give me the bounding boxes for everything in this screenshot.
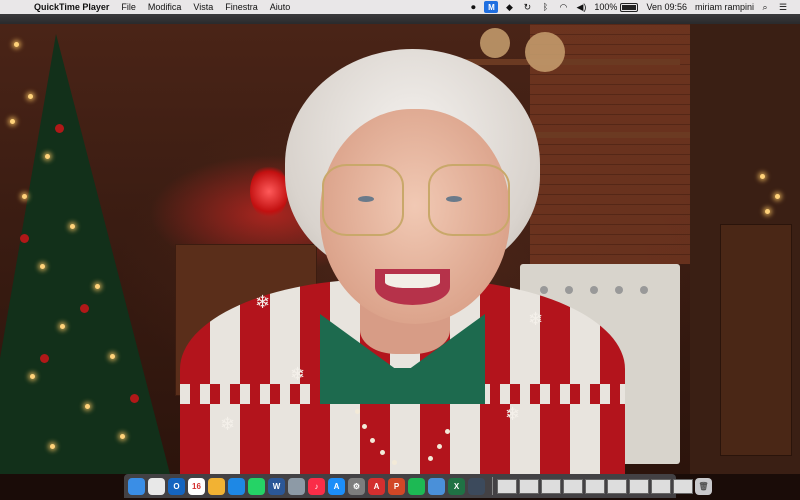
minimized-window-thumbnail[interactable] [541, 478, 561, 494]
menu-aiuto[interactable]: Aiuto [270, 2, 291, 12]
menu-modifica[interactable]: Modifica [148, 2, 182, 12]
appstore-icon[interactable]: A [328, 477, 345, 495]
acrobat-icon[interactable]: A [368, 477, 385, 495]
trash-icon[interactable]: 🗑 [695, 477, 712, 495]
safari-icon[interactable] [228, 477, 245, 495]
list-icon[interactable]: ☰ [776, 2, 790, 13]
settings-icon[interactable]: ⚙ [348, 477, 365, 495]
menu-bar: QuickTime Player File Modifica Vista Fin… [0, 0, 800, 14]
video-frame[interactable]: ❄ ❄ ❄ ❄ ❄ ❄ [0, 24, 800, 474]
copper-pan [480, 28, 510, 58]
user-name[interactable]: miriam rampini [695, 2, 754, 12]
dock: O 16 W ♪ A ⚙ A P X 🗑 [124, 474, 712, 498]
cabinet-door [720, 224, 792, 456]
record-icon[interactable]: ⏺ [466, 2, 480, 13]
volume-icon[interactable]: ◀) [574, 2, 588, 13]
minimized-window-thumbnail[interactable] [585, 478, 605, 494]
word-icon[interactable]: W [268, 477, 285, 495]
time-machine-icon[interactable]: ↻ [520, 2, 534, 13]
kitchen-shelf [530, 132, 695, 138]
minimized-window-thumbnail[interactable] [519, 478, 539, 494]
dock-separator [492, 477, 493, 495]
minimized-window-thumbnail[interactable] [607, 478, 627, 494]
menu-finestra[interactable]: Finestra [225, 2, 258, 12]
calendar-icon[interactable]: 16 [188, 477, 205, 495]
preview-icon[interactable] [288, 477, 305, 495]
minimized-window-thumbnail[interactable] [563, 478, 583, 494]
music-icon[interactable]: ♪ [308, 477, 325, 495]
excel-icon[interactable]: X [448, 477, 465, 495]
copper-pan [525, 32, 565, 72]
maltego-icon[interactable]: M [484, 1, 499, 13]
powerpoint-icon[interactable]: P [388, 477, 405, 495]
whatsapp-icon[interactable] [248, 477, 265, 495]
finder-icon[interactable] [128, 477, 145, 495]
search-icon[interactable]: ⌕ [758, 2, 772, 13]
red-lamp [250, 164, 288, 219]
chrome-icon[interactable] [148, 477, 165, 495]
keynote-icon[interactable] [428, 477, 445, 495]
glasses-right-lens [428, 164, 510, 236]
minimized-window-thumbnail[interactable] [497, 478, 517, 494]
spotify-icon[interactable] [408, 477, 425, 495]
minimized-window-thumbnail[interactable] [651, 478, 671, 494]
menu-vista[interactable]: Vista [193, 2, 213, 12]
menu-file[interactable]: File [121, 2, 136, 12]
wifi-icon[interactable]: ◠ [556, 2, 570, 13]
outlook-icon[interactable]: O [168, 477, 185, 495]
minimized-window-thumbnail[interactable] [673, 478, 693, 494]
window-title-bar[interactable] [0, 14, 800, 24]
photos-icon[interactable] [208, 477, 225, 495]
dropbox-icon[interactable]: ◆ [502, 2, 516, 13]
status-area: ⏺ M ◆ ↻ ᛒ ◠ ◀) 100% Ven 09:56 miriam ram… [462, 1, 790, 13]
clock[interactable]: Ven 09:56 [646, 2, 687, 12]
battery-icon[interactable] [620, 2, 639, 12]
battery-percent[interactable]: 100% [594, 2, 617, 12]
app-menu[interactable]: QuickTime Player [34, 2, 109, 12]
quicktime-icon[interactable] [468, 477, 485, 495]
minimized-window-thumbnail[interactable] [629, 478, 649, 494]
bluetooth-icon[interactable]: ᛒ [538, 2, 552, 12]
